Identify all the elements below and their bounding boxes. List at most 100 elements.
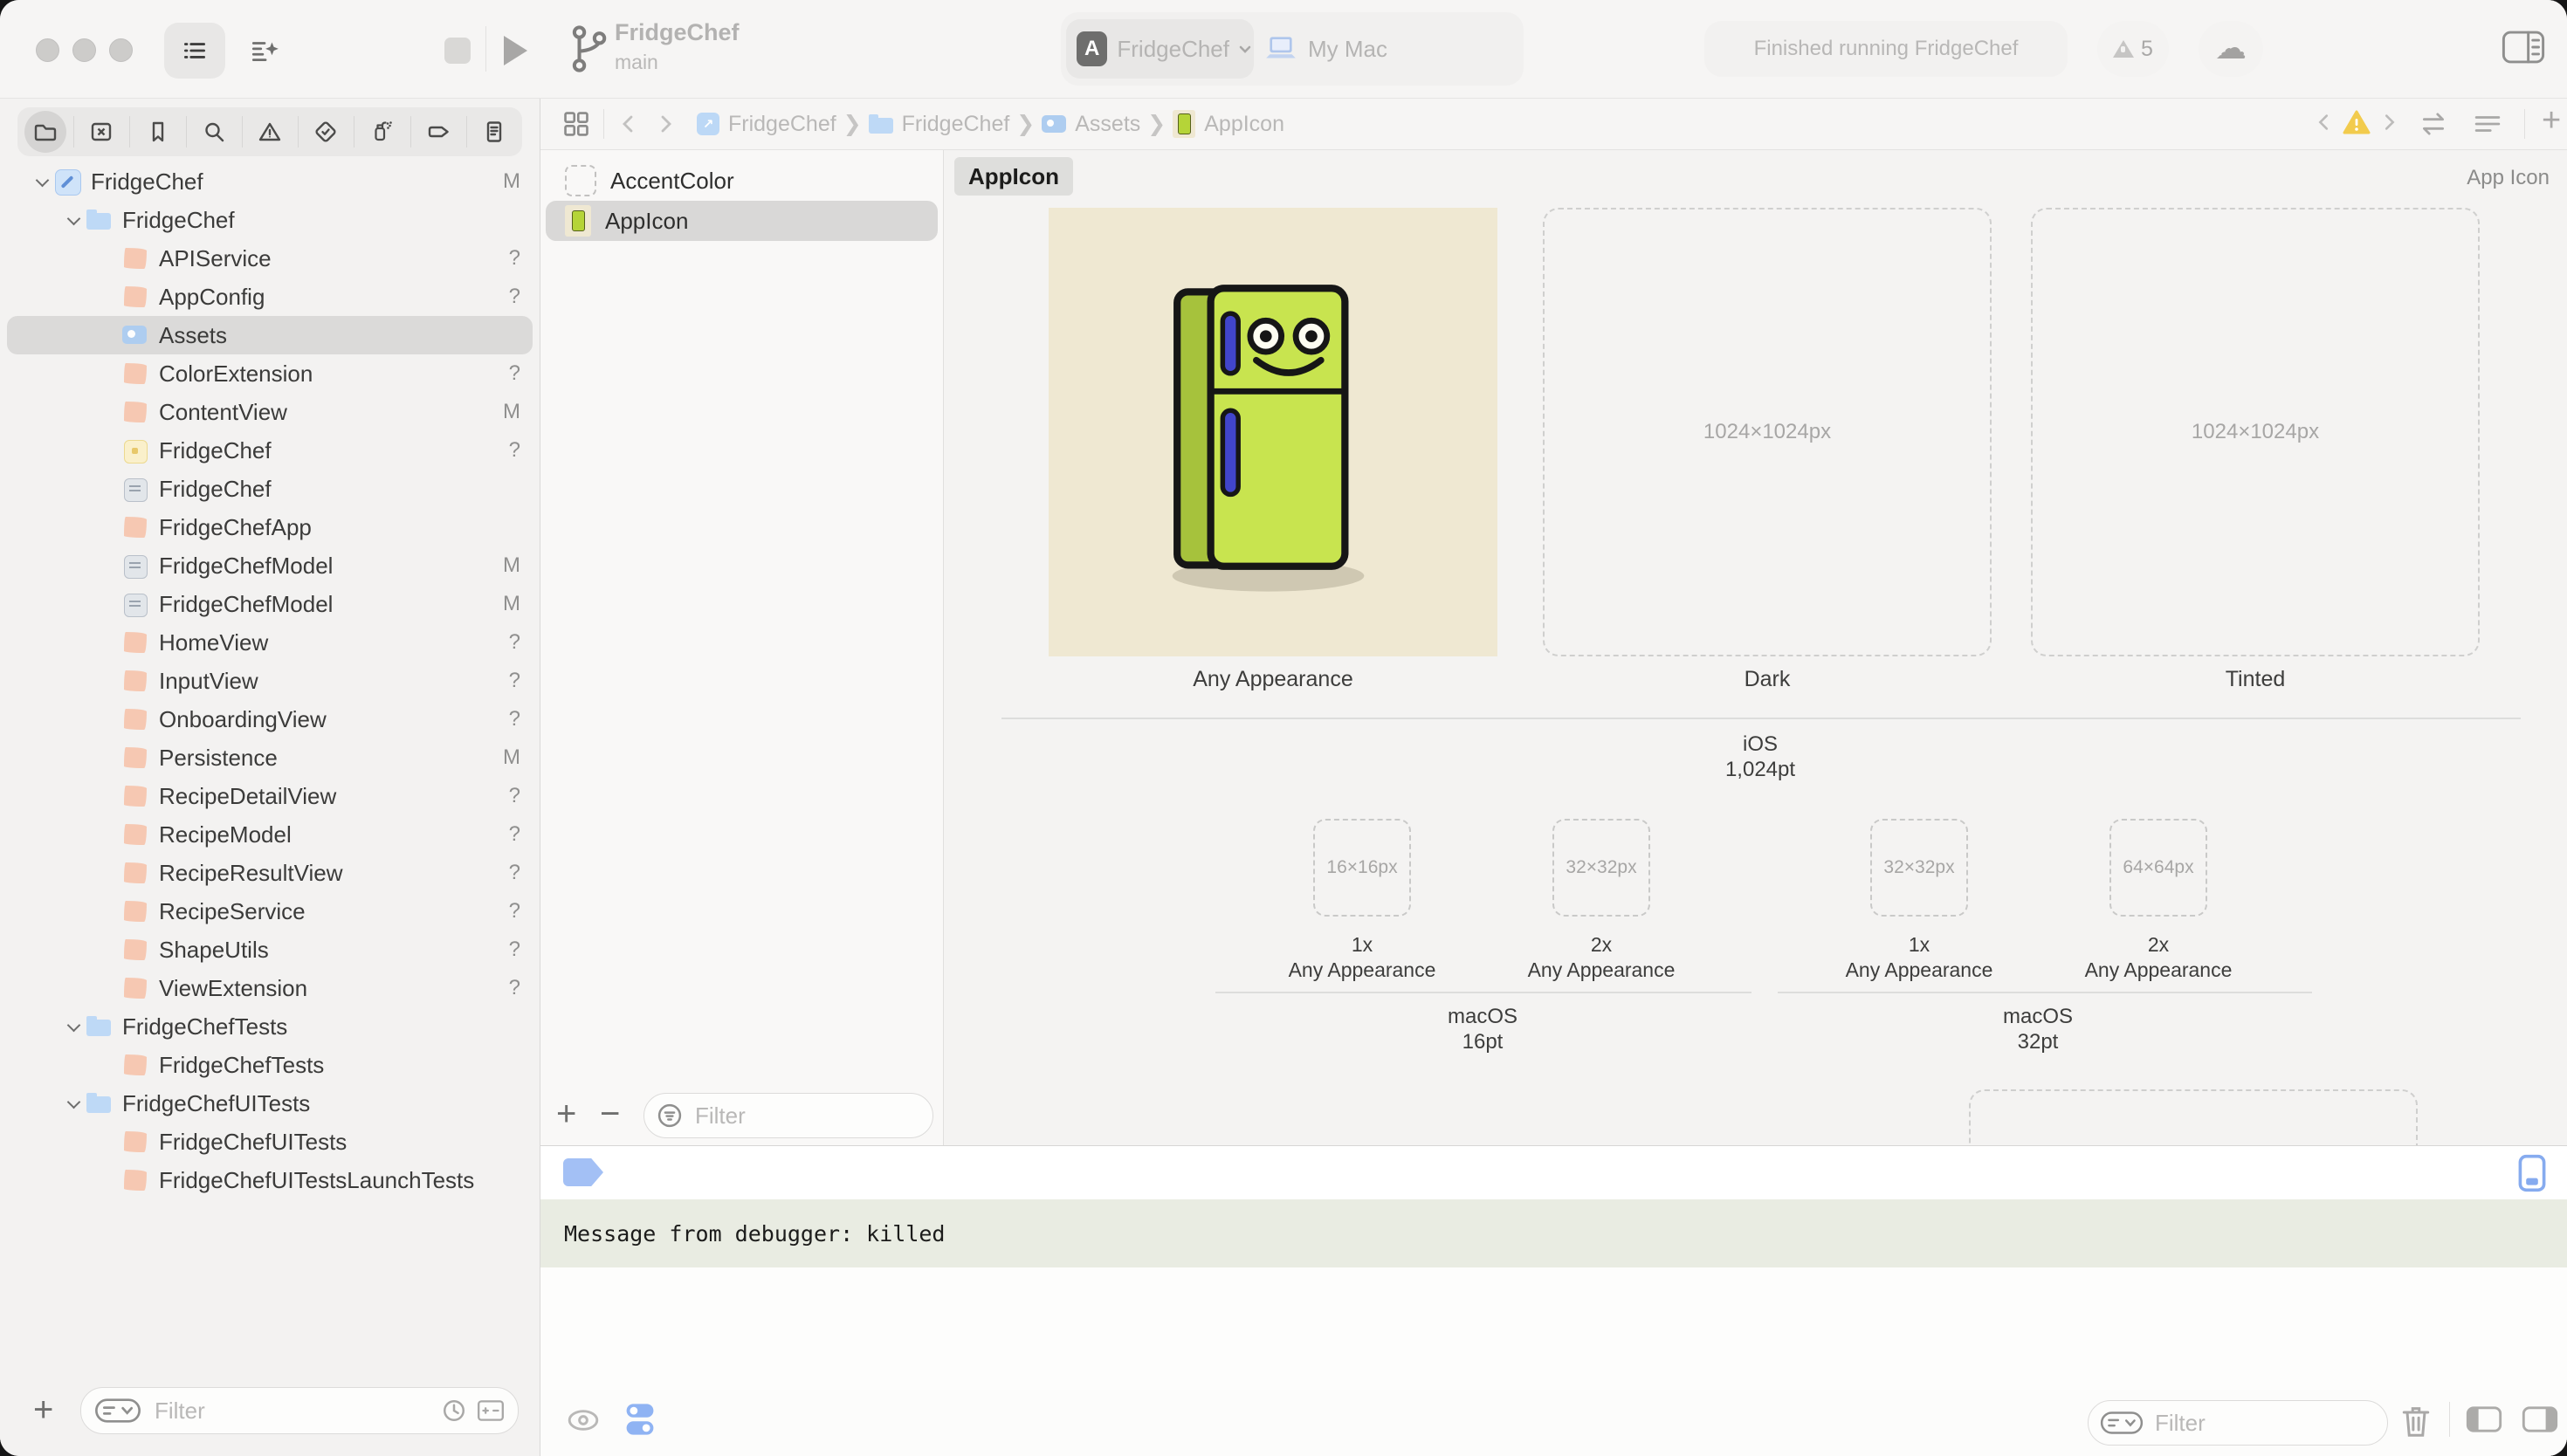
filter-pill-icon[interactable]	[2099, 1408, 2144, 1438]
macos-slot-partial[interactable]	[1969, 1089, 2418, 1145]
zoom-window-icon[interactable]	[109, 38, 133, 62]
file-row[interactable]: ContentView M	[7, 393, 533, 431]
macos-slot-32-2x[interactable]: 64×64px	[2109, 819, 2207, 917]
file-row[interactable]: ColorExtension ?	[7, 354, 533, 393]
eye-icon[interactable]	[565, 1405, 602, 1435]
console-filter-input[interactable]	[2153, 1409, 2387, 1438]
appicon-slot-tinted[interactable]: 1024×1024px	[2031, 208, 2480, 656]
file-row[interactable]: Persistence M	[7, 738, 533, 777]
asset-filter-input[interactable]	[693, 1102, 933, 1130]
file-row[interactable]: RecipeService ?	[7, 892, 533, 931]
swap-editor-icon[interactable]	[2416, 109, 2451, 139]
file-row[interactable]: FridgeChef M	[7, 162, 533, 201]
issues-badge[interactable]: 5	[2097, 21, 2169, 77]
tab-tests[interactable]	[298, 107, 354, 156]
tab-bookmarks[interactable]	[129, 107, 185, 156]
disclosure-chevron-icon[interactable]	[61, 208, 86, 232]
file-row[interactable]: FridgeChef	[7, 470, 533, 508]
console-tag-icon[interactable]	[563, 1158, 603, 1186]
tab-reports[interactable]	[466, 107, 522, 156]
macos-slot-32-1x[interactable]: 32×32px	[1870, 819, 1968, 917]
minimize-window-icon[interactable]	[72, 38, 96, 62]
console-filter-field[interactable]	[2088, 1400, 2388, 1446]
close-window-icon[interactable]	[36, 38, 59, 62]
toggle-console-pane-icon[interactable]	[2521, 1404, 2559, 1435]
toggle-navigator-button[interactable]	[164, 23, 225, 79]
related-items-grid-icon[interactable]	[561, 109, 591, 139]
recents-clock-icon[interactable]	[439, 1396, 469, 1425]
editor-arrange-button[interactable]	[234, 23, 295, 79]
asset-row-accentcolor[interactable]: AccentColor	[546, 161, 938, 201]
file-row[interactable]: FridgeChefTests	[7, 1046, 533, 1084]
file-row[interactable]: FridgeChef	[7, 201, 533, 239]
breadcrumb-assets[interactable]: Assets	[1075, 112, 1140, 137]
breadcrumb-group[interactable]: FridgeChef	[902, 112, 1010, 137]
toggle-inspector-button[interactable]	[2501, 28, 2546, 66]
run-button[interactable]	[491, 23, 540, 79]
remove-asset-button[interactable]: −	[600, 1095, 620, 1134]
file-row[interactable]: FridgeChefTests	[7, 1007, 533, 1046]
disclosure-chevron-icon[interactable]	[30, 169, 54, 194]
disclosure-chevron-icon[interactable]	[61, 1091, 86, 1116]
file-status-badge: ?	[509, 707, 520, 731]
tab-breakpoints[interactable]	[410, 107, 466, 156]
file-row[interactable]: ShapeUtils ?	[7, 931, 533, 969]
macos-slot-16-2x[interactable]: 32×32px	[1552, 819, 1650, 917]
file-row[interactable]: FridgeChefUITests	[7, 1084, 533, 1123]
console-filter-toggles-icon[interactable]	[623, 1400, 657, 1439]
next-issue-chevron-icon[interactable]	[2378, 111, 2400, 134]
toggle-variables-pane-icon[interactable]	[2465, 1404, 2503, 1435]
asset-filter-field[interactable]	[643, 1093, 933, 1138]
console-pane-icon[interactable]	[2517, 1153, 2547, 1193]
file-row[interactable]: APIService ?	[7, 239, 533, 278]
tab-project-navigator[interactable]	[17, 107, 73, 156]
app-scheme-icon: A	[1077, 31, 1107, 66]
asset-row-appicon[interactable]: AppIcon	[546, 201, 938, 241]
file-row[interactable]: FridgeChefModel M	[7, 546, 533, 585]
file-row[interactable]: HomeView ?	[7, 623, 533, 662]
tab-find[interactable]	[186, 107, 242, 156]
add-file-button[interactable]: +	[33, 1391, 53, 1430]
file-row[interactable]: RecipeDetailView ?	[7, 777, 533, 815]
file-row[interactable]: InputView ?	[7, 662, 533, 700]
breadcrumb-appicon[interactable]: AppIcon	[1204, 112, 1284, 137]
tab-issues[interactable]	[242, 107, 298, 156]
scheme-selector[interactable]: A FridgeChef	[1066, 19, 1254, 79]
breadcrumb-project[interactable]: FridgeChef	[728, 112, 836, 137]
cloud-status-button[interactable]: ☁	[2199, 21, 2263, 77]
appicon-slot-any-appearance[interactable]	[1049, 208, 1497, 656]
file-row[interactable]: Assets	[7, 316, 533, 354]
add-asset-button[interactable]: +	[556, 1095, 576, 1134]
file-row[interactable]: FridgeChefUITests	[7, 1123, 533, 1161]
file-row[interactable]: OnboardingView ?	[7, 700, 533, 738]
filter-scope-icon[interactable]	[476, 1398, 506, 1424]
navigator-filter-field[interactable]	[80, 1387, 519, 1434]
file-row[interactable]: FridgeChefApp	[7, 508, 533, 546]
appicon-slot-dark[interactable]: 1024×1024px	[1543, 208, 1992, 656]
forward-chevron-icon[interactable]	[653, 112, 678, 136]
file-row[interactable]: RecipeModel ?	[7, 815, 533, 854]
file-row[interactable]: AppConfig ?	[7, 278, 533, 316]
tab-debug[interactable]	[354, 107, 409, 156]
file-row[interactable]: ViewExtension ?	[7, 969, 533, 1007]
editor-options-icon[interactable]	[2472, 111, 2503, 137]
navigator-filter-input[interactable]	[153, 1397, 439, 1425]
tab-source-control[interactable]	[73, 107, 129, 156]
asset-title-chip[interactable]: AppIcon	[954, 157, 1073, 196]
back-chevron-icon[interactable]	[616, 112, 641, 136]
file-row[interactable]: FridgeChef ?	[7, 431, 533, 470]
stop-button[interactable]	[433, 23, 482, 79]
file-row[interactable]: FridgeChefModel M	[7, 585, 533, 623]
file-type-icon	[122, 284, 148, 310]
file-name: FridgeChef	[159, 437, 272, 464]
filter-pill-icon[interactable]	[93, 1395, 142, 1426]
macos-slot-16-1x[interactable]: 16×16px	[1313, 819, 1411, 917]
disclosure-chevron-icon[interactable]	[61, 1014, 86, 1039]
trash-icon[interactable]	[2398, 1402, 2433, 1440]
run-destination-selector[interactable]: My Mac	[1263, 19, 1387, 79]
previous-issue-chevron-icon[interactable]	[2313, 111, 2336, 134]
add-editor-button[interactable]: +	[2542, 102, 2561, 140]
warning-issue-icon[interactable]	[2343, 109, 2371, 135]
file-row[interactable]: RecipeResultView ?	[7, 854, 533, 892]
file-row[interactable]: FridgeChefUITestsLaunchTests	[7, 1161, 533, 1199]
